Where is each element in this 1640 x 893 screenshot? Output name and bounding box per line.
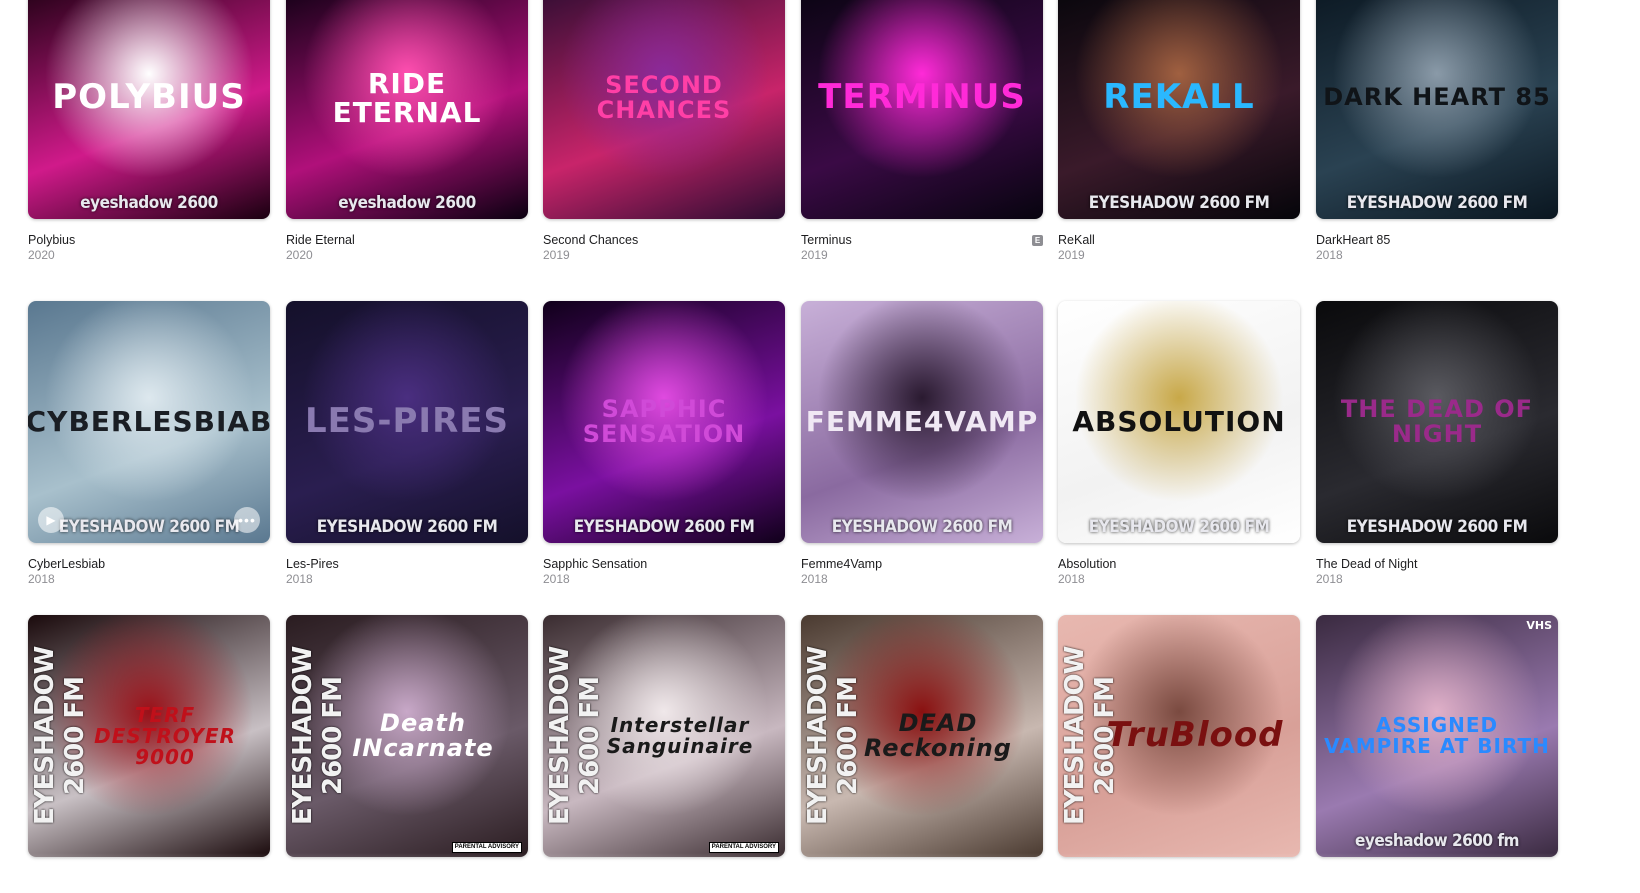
album-cover[interactable]: POLYBIUS eyeshadow 2600 bbox=[28, 0, 270, 219]
album-cover[interactable]: SECOND CHANCES bbox=[543, 0, 785, 219]
album-art-text: REKALL bbox=[1103, 77, 1255, 118]
album-art-text: SECOND CHANCES bbox=[596, 70, 732, 124]
album-art-brand: EYESHADOW 2600 FM bbox=[1088, 517, 1270, 537]
album-art-brand: EYESHADOW 2600 FM bbox=[316, 517, 498, 537]
album-art-text: DARK HEART 85 bbox=[1323, 83, 1551, 112]
album-art-brand: eyeshadow 2600 fm bbox=[1355, 831, 1519, 851]
album-cover[interactable]: FEMME4VAMP EYESHADOW 2600 FM bbox=[801, 301, 1043, 543]
album-tile[interactable]: TruBlood EYESHADOW 2600 FM bbox=[1058, 615, 1300, 857]
album-cover[interactable]: TERF DESTROYER 9000 EYESHADOW 2600 FM bbox=[28, 615, 270, 857]
album-cover[interactable]: THE DEAD OF NIGHT EYESHADOW 2600 FM bbox=[1316, 301, 1558, 543]
album-art-text: CYBERLESBIAB bbox=[28, 405, 270, 439]
album-title[interactable]: ReKall bbox=[1058, 233, 1300, 248]
album-cover[interactable]: ABSOLUTION EYESHADOW 2600 FM bbox=[1058, 301, 1300, 543]
album-year: 2018 bbox=[1316, 572, 1343, 586]
album-art-text: RIDE ETERNAL bbox=[332, 66, 482, 129]
album-tile[interactable]: CYBERLESBIAB EYESHADOW 2600 FM ▶ ••• CyberLe… bbox=[28, 301, 270, 587]
album-year: 2020 bbox=[286, 248, 313, 262]
album-cover[interactable]: RIDE ETERNAL eyeshadow 2600 bbox=[286, 0, 528, 219]
album-cover[interactable]: TruBlood EYESHADOW 2600 FM bbox=[1058, 615, 1300, 857]
album-cover[interactable]: CYBERLESBIAB EYESHADOW 2600 FM ▶ ••• bbox=[28, 301, 270, 543]
album-art-text: SAPPHIC SENSATION bbox=[582, 394, 746, 448]
album-art-brand: EYESHADOW 2600 FM bbox=[573, 517, 755, 537]
album-year: 2018 bbox=[801, 572, 828, 586]
album-tile[interactable]: Death INcarnate EYESHADOW 2600 FM PARENTAL… bbox=[286, 615, 528, 857]
album-art-brand: EYESHADOW 2600 FM bbox=[30, 646, 90, 826]
album-tile[interactable]: THE DEAD OF NIGHT EYESHADOW 2600 FM The De… bbox=[1316, 301, 1558, 587]
album-cover[interactable]: REKALL EYESHADOW 2600 FM bbox=[1058, 0, 1300, 219]
album-tile[interactable]: LES-PIRES EYESHADOW 2600 FM Les-Pires 2018 bbox=[286, 301, 528, 587]
album-art-text: LES-PIRES bbox=[305, 401, 509, 442]
album-art-text: TERMINUS bbox=[818, 77, 1026, 118]
album-tile[interactable]: ABSOLUTION EYESHADOW 2600 FM Absolution 201… bbox=[1058, 301, 1300, 587]
album-title[interactable]: Terminus E bbox=[801, 233, 1043, 248]
album-art-text: FEMME4VAMP bbox=[805, 405, 1039, 439]
album-art-brand: EYESHADOW 2600 FM bbox=[288, 646, 348, 826]
album-art-brand: EYESHADOW 2600 FM bbox=[803, 646, 863, 826]
album-year: 2018 bbox=[286, 572, 313, 586]
album-title[interactable]: Femme4Vamp bbox=[801, 557, 1043, 572]
album-grid: POLYBIUS eyeshadow 2600 Polybius 2020 RIDE E… bbox=[0, 0, 1640, 893]
album-title[interactable]: Ride Eternal bbox=[286, 233, 528, 248]
album-tile[interactable]: TERMINUS Terminus E 2019 bbox=[801, 0, 1043, 263]
album-title[interactable]: Sapphic Sensation bbox=[543, 557, 785, 572]
album-cover[interactable]: DEAD Reckoning EYESHADOW 2600 FM bbox=[801, 615, 1043, 857]
album-art-brand: EYESHADOW 2600 FM bbox=[1346, 193, 1528, 213]
album-art-text: ABSOLUTION bbox=[1072, 405, 1286, 439]
album-title[interactable]: DarkHeart 85 bbox=[1316, 233, 1558, 248]
bottom-fade bbox=[0, 853, 1640, 893]
album-art-brand: eyeshadow 2600 bbox=[338, 193, 476, 213]
album-year: 2020 bbox=[28, 248, 55, 262]
album-cover[interactable]: Death INcarnate EYESHADOW 2600 FM PARENTAL… bbox=[286, 615, 528, 857]
album-tile[interactable]: SECOND CHANCES Second Chances 2019 bbox=[543, 0, 785, 263]
album-art-brand: eyeshadow 2600 bbox=[80, 193, 218, 213]
play-button-icon[interactable]: ▶ bbox=[38, 507, 64, 533]
album-year: 2019 bbox=[801, 248, 828, 262]
parental-advisory-label: PARENTAL ADVISORY bbox=[451, 842, 522, 853]
album-tile[interactable]: DARK HEART 85 EYESHADOW 2600 FM DarkHeart … bbox=[1316, 0, 1558, 263]
album-art-brand: EYESHADOW 2600 FM bbox=[1346, 517, 1528, 537]
parental-advisory-label: PARENTAL ADVISORY bbox=[708, 842, 779, 853]
album-year: 2019 bbox=[1058, 248, 1085, 262]
album-title[interactable]: Second Chances bbox=[543, 233, 785, 248]
album-cover[interactable]: DARK HEART 85 EYESHADOW 2600 FM bbox=[1316, 0, 1558, 219]
album-tile[interactable]: Interstellar Sanguinaire EYESHADOW 2600 F… bbox=[543, 615, 785, 857]
album-year: 2018 bbox=[1316, 248, 1343, 262]
album-cover[interactable]: Interstellar Sanguinaire EYESHADOW 2600 F… bbox=[543, 615, 785, 857]
album-art-brand: EYESHADOW 2600 FM bbox=[1060, 646, 1120, 826]
album-art-text: ASSIGNED VAMPIRE AT BIRTH bbox=[1324, 713, 1550, 758]
album-title[interactable]: Absolution bbox=[1058, 557, 1300, 572]
more-options-icon[interactable]: ••• bbox=[234, 507, 260, 533]
album-tile[interactable]: REKALL EYESHADOW 2600 FM ReKall 2019 bbox=[1058, 0, 1300, 263]
explicit-badge-icon: E bbox=[1032, 235, 1043, 246]
album-tile[interactable]: POLYBIUS eyeshadow 2600 Polybius 2020 bbox=[28, 0, 270, 263]
album-tile[interactable]: TERF DESTROYER 9000 EYESHADOW 2600 FM bbox=[28, 615, 270, 857]
album-year: 2019 bbox=[543, 248, 570, 262]
album-year: 2018 bbox=[1058, 572, 1085, 586]
album-art-text: THE DEAD OF NIGHT bbox=[1340, 394, 1534, 448]
album-year: 2018 bbox=[28, 572, 55, 586]
album-title[interactable]: Polybius bbox=[28, 233, 270, 248]
album-art-brand: EYESHADOW 2600 FM bbox=[831, 517, 1013, 537]
album-tile[interactable]: RIDE ETERNAL eyeshadow 2600 Ride Eternal 20… bbox=[286, 0, 528, 263]
album-tile[interactable]: DEAD Reckoning EYESHADOW 2600 FM bbox=[801, 615, 1043, 857]
album-cover[interactable]: SAPPHIC SENSATION EYESHADOW 2600 FM bbox=[543, 301, 785, 543]
vhs-logo: VHS bbox=[1526, 619, 1552, 632]
album-year: 2018 bbox=[543, 572, 570, 586]
album-cover[interactable]: LES-PIRES EYESHADOW 2600 FM bbox=[286, 301, 528, 543]
album-tile[interactable]: SAPPHIC SENSATION EYESHADOW 2600 FM Sapphi… bbox=[543, 301, 785, 587]
album-art-brand: EYESHADOW 2600 FM bbox=[545, 646, 605, 826]
album-art-brand: EYESHADOW 2600 FM bbox=[1088, 193, 1270, 213]
album-art-text: POLYBIUS bbox=[52, 77, 246, 118]
album-cover[interactable]: ASSIGNED VAMPIRE AT BIRTH eyeshadow 2600 … bbox=[1316, 615, 1558, 857]
album-tile[interactable]: FEMME4VAMP EYESHADOW 2600 FM Femme4Vamp 201… bbox=[801, 301, 1043, 587]
album-tile[interactable]: ASSIGNED VAMPIRE AT BIRTH eyeshadow 2600 … bbox=[1316, 615, 1558, 857]
album-title[interactable]: Les-Pires bbox=[286, 557, 528, 572]
album-title[interactable]: The Dead of Night bbox=[1316, 557, 1558, 572]
album-title[interactable]: CyberLesbiab bbox=[28, 557, 270, 572]
album-cover[interactable]: TERMINUS bbox=[801, 0, 1043, 219]
